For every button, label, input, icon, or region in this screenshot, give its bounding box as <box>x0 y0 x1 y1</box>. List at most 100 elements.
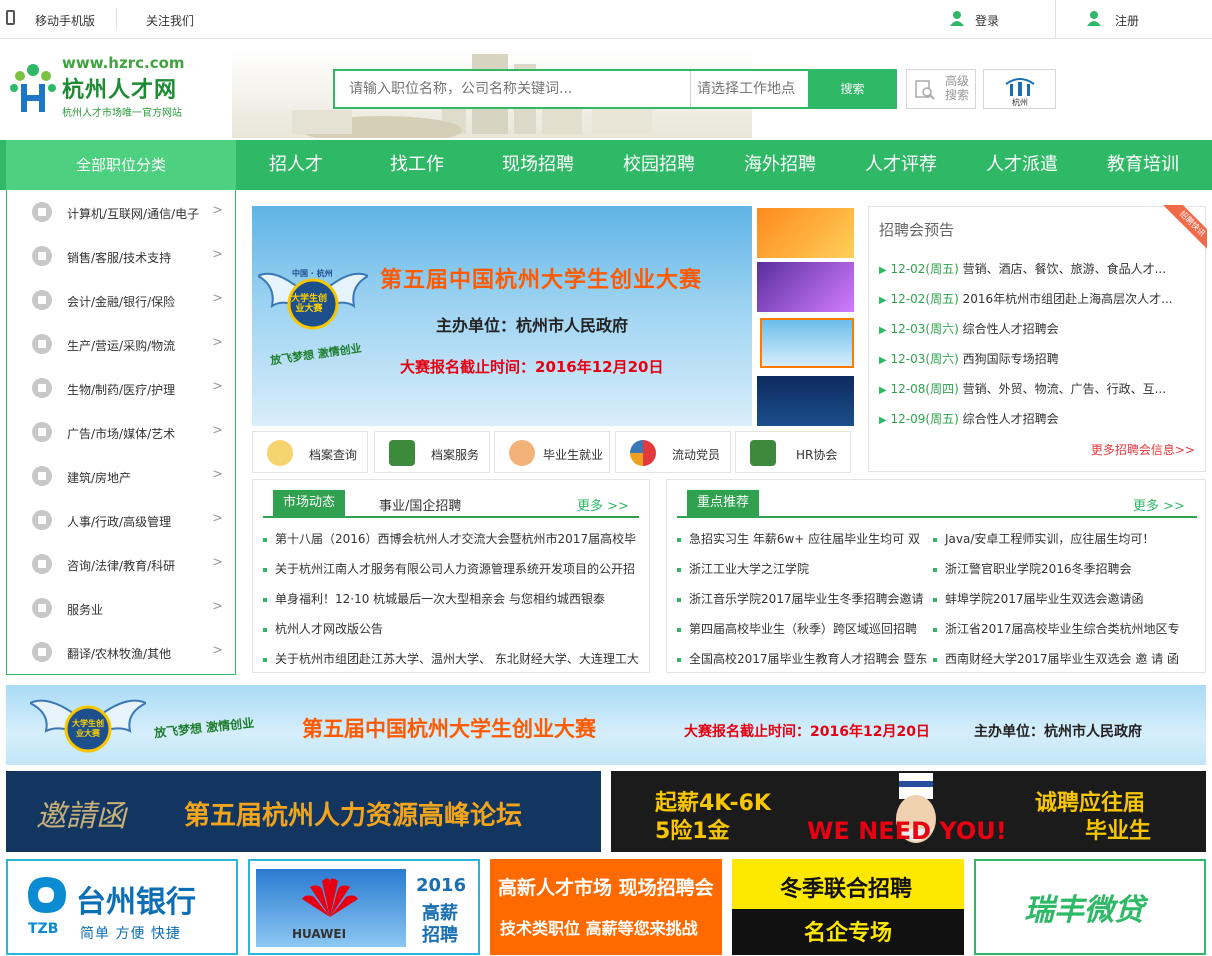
nav-item-dispatch[interactable]: 人才派遣 <box>986 140 1058 190</box>
featured-text: 全国高校2017届毕业生教育人才招聘会 暨东 <box>689 652 928 666</box>
ruifeng-loan-ad[interactable]: 瑞丰微贷 <box>974 859 1206 955</box>
sidebar-item-consulting[interactable]: 咨询/法律/教育/科研 > <box>7 542 235 586</box>
we-need-you-ad[interactable]: 起薪4K-6K 5险1金 WE NEED YOU! 诚聘应往届 毕业生 <box>611 771 1206 852</box>
featured-item[interactable]: 浙江警官职业学院2016冬季招聘会 <box>933 560 1199 577</box>
banner-thumbnail-3[interactable] <box>760 318 854 368</box>
nav-item-hire[interactable]: 招人才 <box>269 140 323 190</box>
chevron-right-icon: > <box>212 423 223 438</box>
bullet-icon <box>933 597 937 602</box>
news-item[interactable]: 单身福利！12·10 杭城最后一次大型相亲会 与您相约城西银泰 <box>263 590 643 607</box>
sidebar-item-other[interactable]: 翻译/农林牧渔/其他 > <box>7 630 235 674</box>
banner-thumbnail-4[interactable] <box>757 376 854 426</box>
nav-item-overseas[interactable]: 海外招聘 <box>744 140 816 190</box>
main-banner[interactable]: 中国 · 杭州 大学生创业大赛 第五届中国杭州大学生创业大赛 主办单位：杭州市人… <box>252 206 752 426</box>
follow-us-link[interactable]: 关注我们 <box>146 12 194 29</box>
nav-item-training[interactable]: 教育培训 <box>1107 140 1179 190</box>
chevron-right-icon: > <box>212 335 223 350</box>
register-link[interactable]: 注册 <box>1115 12 1139 29</box>
search-bar: 搜索 <box>333 69 897 109</box>
quick-link-hr-association[interactable]: HR协会 <box>735 431 851 473</box>
fair-date: 12-03(周六) <box>890 322 959 336</box>
news-item[interactable]: 杭州人才网改版公告 <box>263 620 643 637</box>
login-link[interactable]: 登录 <box>975 12 999 29</box>
search-button[interactable]: 搜索 <box>808 69 897 109</box>
quick-link-label: HR协会 <box>796 448 838 462</box>
nav-item-assessment[interactable]: 人才评荐 <box>865 140 937 190</box>
featured-more-link[interactable]: 更多 >> <box>1133 495 1185 514</box>
gaoxin-market-ad[interactable]: 高新人才市场 现场招聘会 技术类职位 高薪等您来挑战 <box>490 859 722 955</box>
fair-row[interactable]: ▶ 12-03(周六) 综合性人才招聘会 <box>879 320 1199 337</box>
sidebar-item-computer[interactable]: 计算机/互联网/通信/电子 > <box>7 190 235 234</box>
advanced-search-button[interactable]: 高级 搜索 <box>906 69 976 109</box>
quick-link-graduate-jobs[interactable]: 毕业生就业 <box>494 431 610 473</box>
more-fairs-link[interactable]: 更多招聘会信息>> <box>1091 441 1195 458</box>
fair-row[interactable]: ▶ 12-02(周五) 营销、酒店、餐饮、旅游、食品人才... <box>879 260 1199 277</box>
featured-item[interactable]: 浙江工业大学之江学院 <box>677 560 929 577</box>
fair-row[interactable]: ▶ 12-09(周五) 综合性人才招聘会 <box>879 410 1199 427</box>
nav-item-onsite[interactable]: 现场招聘 <box>502 140 574 190</box>
tab-market-news[interactable]: 市场动态 <box>273 490 346 516</box>
featured-item[interactable]: 西南财经大学2017届毕业生双选会 邀 请 函 <box>933 650 1199 667</box>
market-more-link[interactable]: 更多 >> <box>577 495 629 514</box>
magnifier-document-icon <box>915 80 935 100</box>
banner-thumbnail-2[interactable] <box>757 262 854 312</box>
news-text: 关于杭州市组团赴江苏大学、温州大学、 东北财经大学、大连理工大 <box>275 652 639 666</box>
featured-item[interactable]: 急招实习生 年薪6w+ 应往届毕业生均可 双 <box>677 530 929 547</box>
featured-item[interactable]: 蚌埠学院2017届毕业生双选会邀请函 <box>933 590 1199 607</box>
sidebar-item-sales[interactable]: 销售/客服/技术支持 > <box>7 234 235 278</box>
sidebar-item-medical[interactable]: 生物/制药/医疗/护理 > <box>7 366 235 410</box>
fair-row[interactable]: ▶ 12-02(周五) 2016年杭州市组团赴上海高层次人才... <box>879 290 1199 307</box>
triangle-right-icon: ▶ <box>879 325 887 336</box>
featured-item[interactable]: 浙江音乐学院2017届毕业生冬季招聘会邀请 <box>677 590 929 607</box>
fair-row[interactable]: ▶ 12-08(周四) 营销、外贸、物流、广告、行政、互... <box>879 380 1199 397</box>
huawei-ad[interactable]: HUAWEI 2016 高薪 招聘 <box>248 859 480 955</box>
sidebar-item-construction[interactable]: 建筑/房地产 > <box>7 454 235 498</box>
tab-underline <box>263 516 639 518</box>
all-categories-button[interactable]: 全部职位分类 <box>6 140 236 190</box>
ad-logo-main: 大学生创业大赛 <box>72 719 104 738</box>
location-select-input[interactable] <box>690 71 808 107</box>
fair-text: 2016年杭州市组团赴上海高层次人才... <box>962 292 1173 306</box>
winter-fair-ad[interactable]: 冬季联合招聘 名企专场 <box>732 859 964 955</box>
banner-title: 第五届中国杭州大学生创业大赛 <box>380 268 703 293</box>
news-item[interactable]: 关于杭州江南人才服务有限公司人力资源管理系统开发项目的公开招 <box>263 560 643 577</box>
logo-name[interactable]: 杭州人才网 <box>62 72 177 104</box>
nav-item-campus[interactable]: 校园招聘 <box>623 140 695 190</box>
sidebar-item-label: 广告/市场/媒体/艺术 <box>67 427 176 441</box>
sidebar-item-hr[interactable]: 人事/行政/高级管理 > <box>7 498 235 542</box>
city-switch-button[interactable]: 杭州 <box>983 69 1056 109</box>
fair-date: 12-08(周四) <box>890 382 959 396</box>
nav-item-find-job[interactable]: 找工作 <box>390 140 444 190</box>
taizhou-bank-ad[interactable]: TZB 台州银行 简单 方便 快捷 <box>6 859 238 955</box>
sidebar-item-label: 生产/营运/采购/物流 <box>67 339 176 353</box>
featured-item[interactable]: 第四届高校毕业生（秋季）跨区域巡回招聘 <box>677 620 929 637</box>
quick-link-archive-service[interactable]: 档案服务 <box>374 431 490 473</box>
hr-forum-ad[interactable]: 邀請函 第五届杭州人力资源高峰论坛 <box>6 771 601 852</box>
quick-link-mobile-party[interactable]: 流动党员 <box>615 431 731 473</box>
sidebar-item-production[interactable]: 生产/营运/采购/物流 > <box>7 322 235 366</box>
tab-featured[interactable]: 重点推荐 <box>687 490 760 516</box>
featured-text: 浙江工业大学之江学院 <box>689 562 810 576</box>
chevron-right-icon: > <box>212 511 223 526</box>
huawei-year: 2016 <box>416 875 467 896</box>
featured-item[interactable]: Java/安卓工程师实训，应往届生均可！ <box>933 530 1199 547</box>
mobile-version-link[interactable]: 移动手机版 <box>35 12 95 29</box>
news-item[interactable]: 关于杭州市组团赴江苏大学、温州大学、 东北财经大学、大连理工大 <box>263 650 643 667</box>
huawei-line2: 招聘 <box>422 925 458 946</box>
featured-item[interactable]: 浙江省2017届高校毕业生综合类杭州地区专 <box>933 620 1199 637</box>
sidebar-item-finance[interactable]: 会计/金融/银行/保险 > <box>7 278 235 322</box>
featured-item[interactable]: 全国高校2017届毕业生教育人才招聘会 暨东 <box>677 650 929 667</box>
microphone-icon <box>32 510 52 530</box>
tzb-tagline: 简单 方便 快捷 <box>80 926 181 942</box>
keyword-search-input[interactable] <box>335 71 689 107</box>
contest-wide-banner-ad[interactable]: 大学生创业大赛 放飞梦想 激情创业 第五届中国杭州大学生创业大赛 大赛报名截止时… <box>6 685 1206 765</box>
bullet-icon <box>677 567 681 572</box>
banner-thumbnail-1[interactable] <box>757 208 854 258</box>
sidebar-item-service[interactable]: 服务业 > <box>7 586 235 630</box>
logo-mark-icon[interactable] <box>6 58 60 116</box>
sidebar-item-media[interactable]: 广告/市场/媒体/艺术 > <box>7 410 235 454</box>
quick-link-archive-query[interactable]: 档案查询 <box>252 431 368 473</box>
fair-row[interactable]: ▶ 12-03(周六) 西狗国际专场招聘 <box>879 350 1199 367</box>
tab-public-jobs[interactable]: 事业/国企招聘 <box>379 495 461 514</box>
news-item[interactable]: 第十八届（2016）西博会杭州人才交流大会暨杭州市2017届高校毕 <box>263 530 643 547</box>
